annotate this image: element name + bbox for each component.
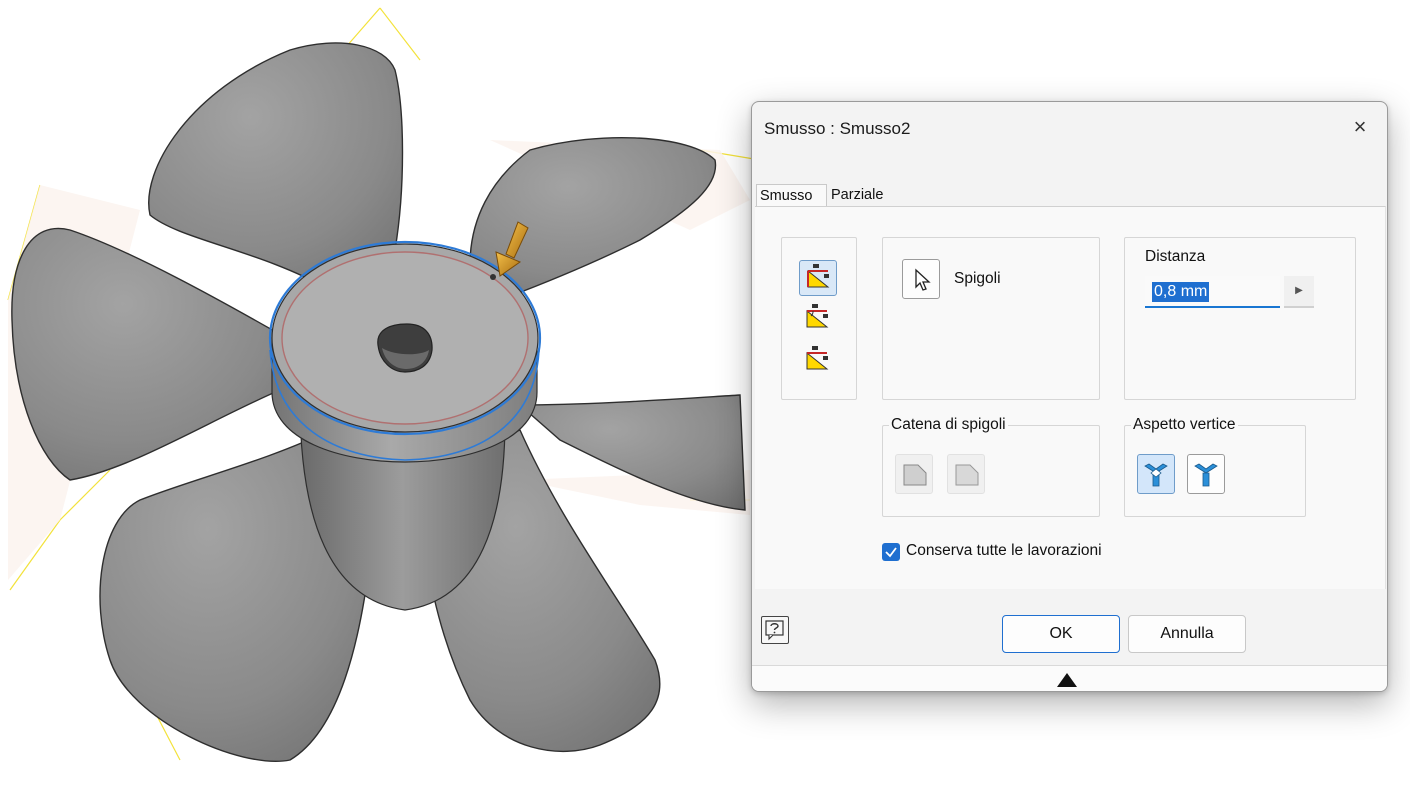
edge-chain-all-button[interactable] (895, 454, 933, 494)
edges-label: Spigoli (954, 270, 1001, 287)
preserve-all-label[interactable]: Conserva tutte le lavorazioni (906, 542, 1102, 560)
tab-panel: Spigoli Distanza 0,8 mm ▶ Catena di spig… (755, 206, 1386, 589)
method-distance-angle-button[interactable] (799, 301, 837, 337)
chamfer-distance-icon (807, 264, 830, 288)
edge-chain-label: Catena di spigoli (889, 416, 1008, 434)
tab-parziale[interactable]: Parziale (829, 184, 885, 206)
edge-chain-single-icon (955, 464, 979, 486)
setback-label: Aspetto vertice (1131, 416, 1238, 434)
distance-label: Distanza (1145, 248, 1206, 265)
tab-smusso[interactable]: Smusso (756, 184, 827, 206)
chamfer-dialog: Smusso : Smusso2 × Smusso Parziale Spigo… (751, 101, 1388, 692)
method-two-distances-button[interactable] (799, 343, 837, 379)
expand-grip-bar[interactable] (752, 665, 1387, 691)
chamfer-two-distances-icon (806, 346, 829, 370)
dialog-title: Smusso : Smusso2 (764, 119, 911, 138)
select-edges-button[interactable] (902, 259, 940, 299)
preserve-all-checkbox[interactable] (882, 543, 900, 561)
triangle-up-icon (1057, 673, 1077, 687)
edge-chain-all-icon (903, 464, 927, 486)
method-distance-button[interactable] (799, 260, 837, 296)
vertex-no-setback-icon (1194, 463, 1218, 487)
chamfer-distance-angle-icon (806, 304, 829, 328)
vertex-setback-icon (1144, 463, 1168, 487)
dialog-footer: OK Annulla (752, 589, 1387, 665)
distance-value: 0,8 mm (1152, 282, 1210, 302)
check-icon (885, 547, 897, 558)
setback-on-button[interactable] (1137, 454, 1175, 494)
cancel-button[interactable]: Annulla (1128, 615, 1246, 653)
distance-input[interactable]: 0,8 mm (1145, 276, 1280, 308)
ok-button[interactable]: OK (1002, 615, 1120, 653)
close-icon[interactable]: × (1347, 114, 1373, 140)
distance-flyout-button[interactable]: ▶ (1284, 276, 1314, 308)
edge-chain-single-button[interactable] (947, 454, 985, 494)
setback-off-button[interactable] (1187, 454, 1225, 494)
blade-left (11, 227, 291, 481)
select-cursor-icon (915, 268, 931, 291)
help-icon (765, 620, 784, 641)
help-button[interactable] (761, 616, 789, 644)
